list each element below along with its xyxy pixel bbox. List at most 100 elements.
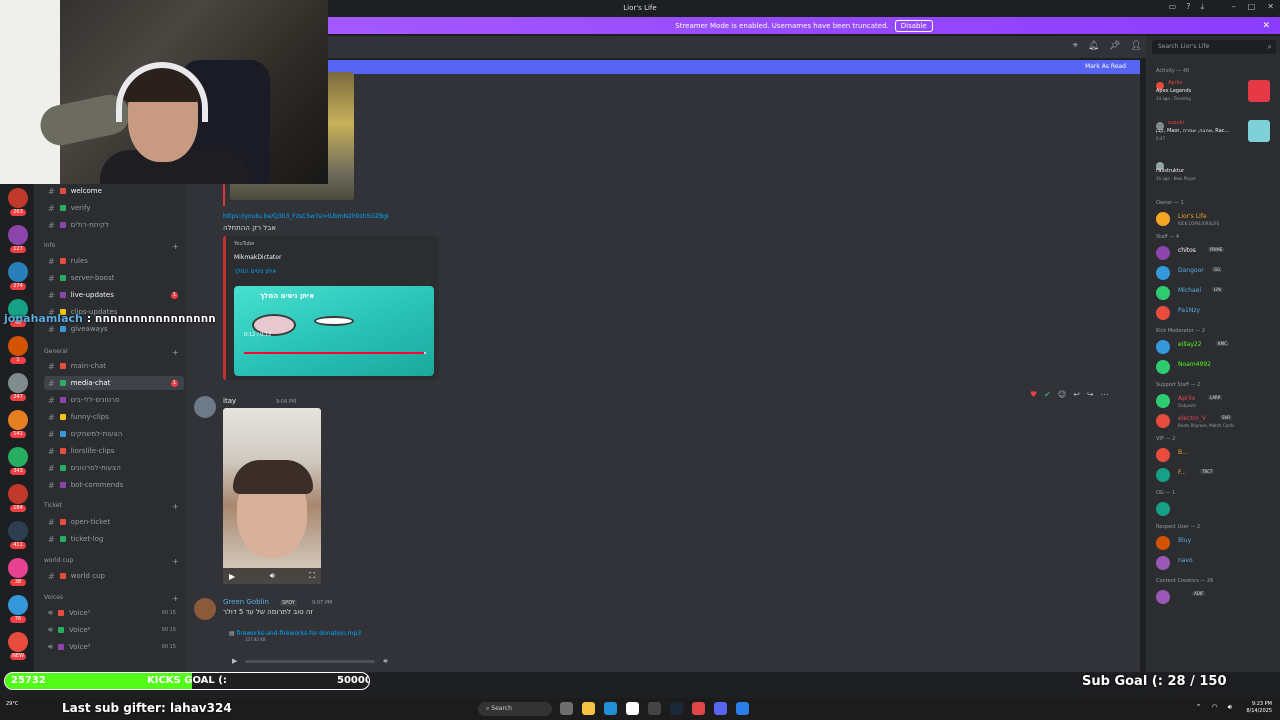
channel-voice[interactable]: 🔊︎ Voice² 00 15 [44, 623, 184, 637]
member-item[interactable]: B... [1156, 446, 1274, 464]
server-icon[interactable] [8, 188, 28, 208]
minimize-icon[interactable]: – [1232, 2, 1236, 11]
channel-text[interactable]: # live-updates 1 [44, 288, 184, 302]
volume-icon[interactable]: 🔊︎ [270, 571, 275, 581]
inbox-icon[interactable]: ▭ [1169, 2, 1177, 12]
mark-as-read-button[interactable]: Mark As Read [1085, 63, 1126, 70]
member-item[interactable]: chitos PRIME [1156, 244, 1274, 262]
member-item[interactable]: ADIF [1156, 588, 1274, 606]
close-window-icon[interactable]: ✕ [1267, 2, 1274, 11]
category-header[interactable]: world cup + [44, 557, 179, 566]
audio-attachment[interactable]: ▤ fireworks-and-fireworks-for-donation.m… [229, 630, 429, 646]
server-icon[interactable] [8, 595, 28, 615]
server-icon[interactable] [8, 632, 28, 652]
channel-text[interactable]: # ticket-log [44, 532, 184, 546]
clock[interactable]: 9:23 PM 8/14/2025 [1246, 701, 1272, 715]
channel-text[interactable]: # הצעות-למשחקים [44, 427, 184, 441]
avatar[interactable] [194, 598, 216, 620]
search-input[interactable]: Search Lior's Life ⌕ [1152, 40, 1276, 54]
member-item[interactable]: Bluy [1156, 534, 1274, 552]
file-explorer-icon[interactable] [582, 702, 595, 715]
activity-item[interactable]: Fallstruktur 1h ago · New Player [1156, 160, 1274, 194]
obs-icon[interactable] [648, 702, 661, 715]
chevron-up-icon[interactable]: ⌃ [1196, 703, 1202, 712]
channel-text[interactable]: # verify [44, 201, 184, 215]
app-icon[interactable] [692, 702, 705, 715]
channel-text[interactable]: # world cup [44, 569, 184, 583]
forward-icon[interactable]: ↪ [1087, 390, 1094, 399]
more-icon[interactable]: ⋯ [1101, 390, 1109, 399]
close-banner-icon[interactable]: ✕ [1262, 21, 1270, 31]
member-list-icon[interactable]: 👤︎ [1131, 41, 1142, 51]
video-attachment[interactable]: ▶ 🔊︎ ⛶ [223, 408, 321, 584]
member-item[interactable]: Lior's Life KICK.COM/LIORSLIFE [1156, 210, 1274, 228]
avatar[interactable] [194, 396, 216, 418]
play-icon[interactable]: ▶ [232, 657, 237, 665]
activity-item[interactable]: Aprilx Apex Legends 1d ago · Trending [1156, 80, 1274, 114]
member-item[interactable]: navo [1156, 554, 1274, 572]
edge-icon[interactable] [604, 702, 617, 715]
add-channel-icon[interactable]: + [172, 242, 179, 251]
embed-author[interactable]: MikmakDictator [234, 254, 281, 261]
task-view-icon[interactable] [560, 702, 573, 715]
server-icon[interactable] [8, 262, 28, 282]
add-channel-icon[interactable]: + [172, 502, 179, 511]
member-item[interactable]: electro_V SVR Beats Rhymes, Match Cards [1156, 412, 1274, 430]
server-icon[interactable] [8, 558, 28, 578]
server-icon[interactable] [8, 225, 28, 245]
video-thumbnail[interactable]: איתן ניסים המלך 0:12 / 0:12 [234, 286, 434, 376]
weather-widget[interactable]: 29°C [6, 701, 18, 707]
heart-reaction-icon[interactable]: ♥ [1030, 390, 1037, 399]
member-item[interactable]: Pa1Nzy [1156, 304, 1274, 322]
volume-icon[interactable]: 🔊︎ [383, 657, 387, 666]
activity-header[interactable]: Activity — 40 [1156, 68, 1189, 74]
channel-text[interactable]: # open-ticket [44, 515, 184, 529]
add-channel-icon[interactable]: + [172, 348, 179, 357]
channel-voice[interactable]: 🔊︎ Voice¹ 00 15 [44, 606, 184, 620]
maximize-icon[interactable]: □ [1248, 2, 1256, 11]
member-item[interactable]: Noam4992 [1156, 358, 1274, 376]
server-icon[interactable] [8, 521, 28, 541]
check-reaction-icon[interactable]: ✔ [1044, 390, 1051, 399]
channel-text[interactable]: # funny-clips [44, 410, 184, 424]
channel-text[interactable]: # לקיחת-רולים [44, 218, 184, 232]
new-messages-bar[interactable]: Mark As Read [328, 60, 1140, 74]
chrome-icon[interactable] [626, 702, 639, 715]
member-item[interactable]: Dangoor GG [1156, 264, 1274, 282]
member-item[interactable]: Michael Life [1156, 284, 1274, 302]
member-item[interactable] [1156, 500, 1274, 518]
channel-text[interactable]: # liorslife-clips [44, 444, 184, 458]
play-icon[interactable]: ▶ [229, 572, 235, 581]
member-item[interactable]: F... TRCT [1156, 466, 1274, 484]
username[interactable]: itay [223, 397, 236, 405]
category-header[interactable]: Info + [44, 242, 179, 251]
channel-text[interactable]: # main-chat [44, 359, 184, 373]
embed-title[interactable]: איתן ניסים המלך [234, 268, 276, 275]
channel-text[interactable]: # media-chat 1 [44, 376, 184, 390]
fullscreen-icon[interactable]: ⛶ [309, 571, 315, 581]
username[interactable]: Green Goblin [223, 598, 269, 606]
category-header[interactable]: Ticket + [44, 502, 179, 511]
channel-voice[interactable]: 🔊︎ Voice³ 00 15 [44, 640, 184, 654]
file-name[interactable]: fireworks-and-fireworks-for-donation.mp3 [237, 630, 362, 637]
help-icon[interactable]: ? [1186, 2, 1190, 12]
add-channel-icon[interactable]: + [172, 557, 179, 566]
category-header[interactable]: Voices + [44, 594, 179, 603]
channel-text[interactable]: # welcome [44, 184, 184, 198]
disable-button[interactable]: Disable [894, 19, 933, 32]
steam-icon[interactable] [670, 702, 683, 715]
add-reaction-icon[interactable]: ☺ [1058, 390, 1066, 399]
add-channel-icon[interactable]: + [172, 594, 179, 603]
server-icon[interactable] [8, 373, 28, 393]
reply-icon[interactable]: ↩ [1073, 390, 1080, 399]
notification-bell-icon[interactable]: 🔔︎ [1088, 41, 1099, 51]
speaker-icon[interactable]: 🔊︎ [1228, 703, 1232, 712]
channel-text[interactable]: # הצעות-לסרטונים [44, 461, 184, 475]
server-icon[interactable] [8, 336, 28, 356]
channel-text[interactable]: # server-boost [44, 271, 184, 285]
channel-text[interactable]: # rules [44, 254, 184, 268]
taskbar-search[interactable]: ⌕ Search [478, 702, 552, 716]
discord-icon[interactable] [714, 702, 727, 715]
member-item[interactable]: eillay22 KMC [1156, 338, 1274, 356]
server-icon[interactable] [8, 484, 28, 504]
